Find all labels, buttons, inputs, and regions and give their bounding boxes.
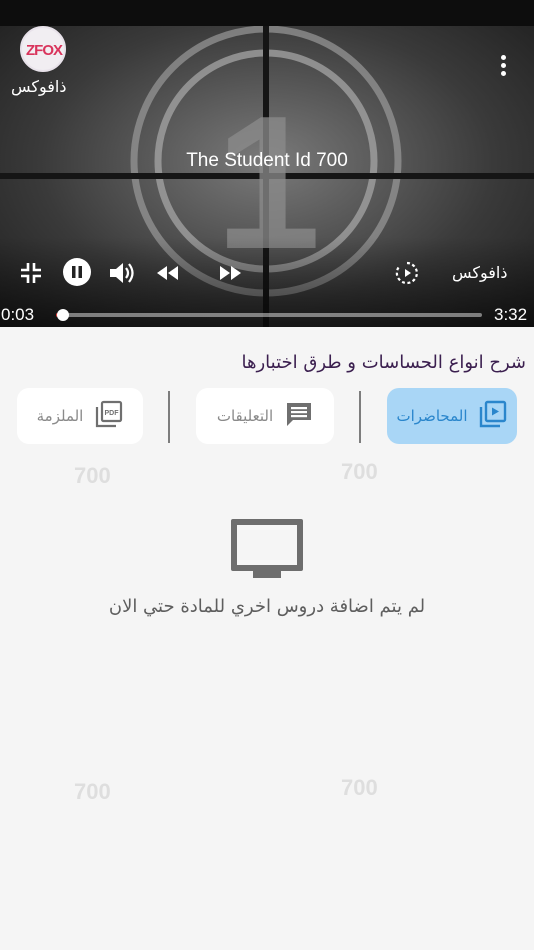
rewind-icon[interactable]	[156, 266, 180, 280]
lesson-title: شرح انواع الحساسات و طرق اختبارها	[241, 352, 526, 373]
video-title: The Student Id 700	[186, 150, 348, 171]
more-options-icon[interactable]	[494, 53, 512, 79]
exit-fullscreen-icon[interactable]	[20, 262, 42, 284]
video-library-icon	[479, 400, 507, 432]
watermark: 700	[341, 775, 378, 800]
tv-icon	[231, 519, 303, 583]
tab-booklet[interactable]: الملزمة PDF	[17, 388, 143, 444]
watermark: 700	[341, 459, 378, 484]
channel-name[interactable]: ذافوكس	[11, 77, 67, 96]
video-player[interactable]: 1 ZFOX ذافوكس The Student Id 700 ذافوكس …	[0, 26, 534, 327]
status-bar	[0, 0, 534, 26]
channel-logo[interactable]: ZFOX	[20, 26, 66, 72]
tab-comments[interactable]: التعليقات	[196, 388, 334, 444]
pdf-icon: PDF	[95, 400, 123, 432]
tab-label: المحاضرات	[396, 407, 468, 425]
tab-lectures[interactable]: المحاضرات	[387, 388, 517, 444]
logo-text: ZFOX	[26, 42, 63, 59]
volume-icon[interactable]	[108, 260, 136, 286]
svg-text:PDF: PDF	[105, 410, 120, 417]
lesson-content: 700 700 700 700 شرح انواع الحساسات و طرق…	[0, 327, 534, 950]
empty-state-message: لم يتم اضافة دروس اخري للمادة حتي الان	[108, 596, 426, 617]
playback-speed-icon[interactable]	[395, 261, 419, 285]
comment-icon	[285, 401, 313, 431]
current-time: 0:03	[1, 305, 35, 324]
seek-bar[interactable]	[56, 313, 482, 317]
tab-label: التعليقات	[216, 407, 274, 425]
fast-forward-icon[interactable]	[218, 266, 242, 280]
watermark: 700	[74, 779, 111, 804]
pause-button[interactable]	[63, 258, 91, 286]
tab-label: الملزمة	[36, 407, 84, 425]
tab-divider	[359, 391, 361, 443]
tab-divider	[168, 391, 170, 443]
total-time: 3:32	[494, 305, 528, 324]
watermark: 700	[74, 463, 111, 488]
channel-label: ذافوكس	[452, 263, 508, 282]
seek-thumb[interactable]	[57, 309, 69, 321]
